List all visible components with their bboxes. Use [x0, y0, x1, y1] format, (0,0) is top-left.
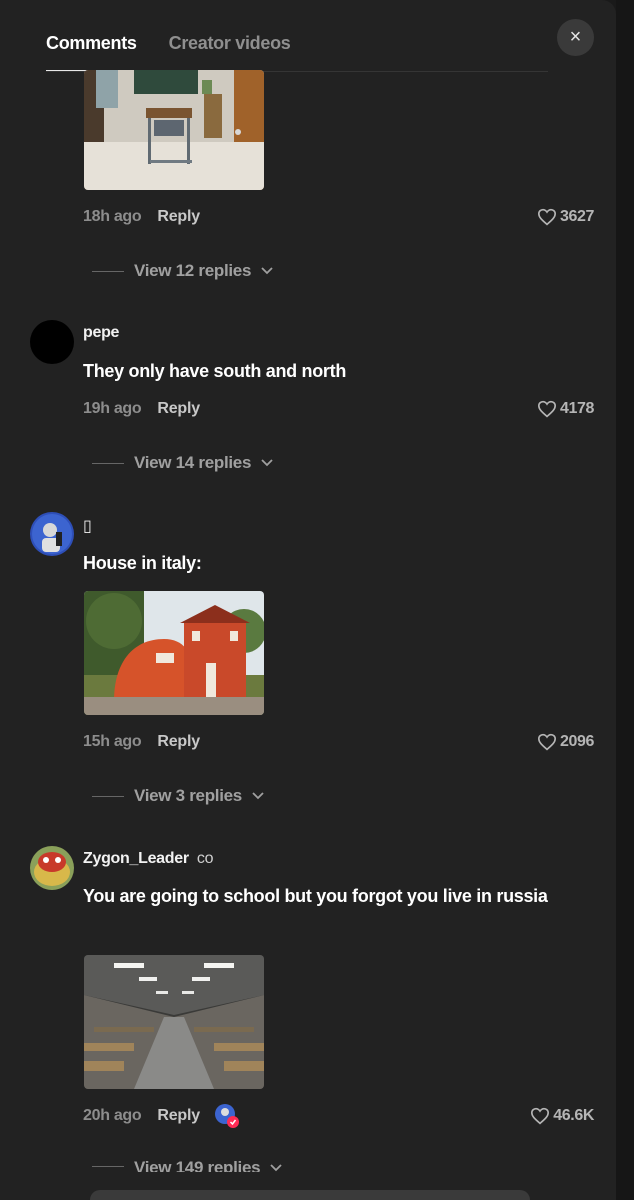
timestamp: 19h ago	[83, 400, 142, 417]
close-button[interactable]: ×	[557, 19, 594, 56]
comment-1-image-classroom[interactable]	[84, 70, 264, 190]
view-replies-button[interactable]: View 149 replies	[92, 1158, 282, 1172]
comment-3-image-house[interactable]	[84, 591, 264, 715]
comment-4-image-hall[interactable]	[84, 955, 264, 1089]
reply-button[interactable]: Reply	[157, 1107, 200, 1125]
view-replies-button[interactable]: View 14 replies	[92, 452, 273, 474]
reply-button[interactable]: Reply	[157, 208, 200, 226]
username-row: Zygon_Leader co	[83, 850, 214, 868]
heart-icon	[537, 733, 557, 751]
comment-text: You are going to school but you forgot y…	[83, 886, 548, 906]
username[interactable]: Zygon_Leader	[83, 850, 189, 867]
classroom-desk-photo	[84, 70, 264, 190]
view-replies-label: View 3 replies	[134, 786, 242, 805]
like-button[interactable]: 3627	[537, 206, 594, 228]
huge-exam-hall-photo	[84, 955, 264, 1089]
heart-icon	[537, 400, 557, 418]
comments-panel: Comments Creator videos × 18h ago Reply	[0, 0, 616, 1200]
avatar[interactable]	[30, 846, 74, 890]
timestamp: 20h ago	[83, 1107, 142, 1124]
view-replies-button[interactable]: View 12 replies	[92, 260, 273, 282]
comment-2-meta: 19h ago Reply	[83, 398, 200, 420]
like-count: 46.6K	[553, 1107, 594, 1124]
username-suffix: co	[196, 850, 214, 867]
close-icon: ×	[569, 26, 582, 48]
comment-text: House in italy:	[83, 553, 202, 573]
like-count: 4178	[560, 400, 594, 417]
comment-input-bar[interactable]	[90, 1190, 530, 1200]
timestamp: 15h ago	[83, 733, 142, 750]
creator-avatar-icon	[214, 1104, 239, 1128]
timestamp: 18h ago	[83, 208, 142, 225]
background-edge	[616, 0, 634, 1200]
divider-line	[92, 270, 124, 272]
comment-text: They only have south and north	[83, 361, 347, 381]
heart-icon	[531, 1107, 550, 1125]
like-count: 2096	[560, 733, 594, 750]
chevron-down-icon	[252, 792, 264, 800]
tab-creator-videos[interactable]: Creator videos	[169, 30, 291, 70]
comment-3-meta: 15h ago Reply	[83, 731, 200, 753]
chevron-down-icon	[261, 267, 273, 275]
avatar-image	[30, 512, 74, 556]
username[interactable]: ▯	[83, 516, 92, 536]
divider-line	[92, 462, 124, 464]
creator-liked-avatar	[214, 1103, 240, 1129]
avatar[interactable]	[30, 320, 74, 364]
divider-line	[92, 1166, 124, 1167]
username[interactable]: pepe	[83, 324, 119, 342]
comment-1-meta: 18h ago Reply	[83, 206, 200, 228]
like-button[interactable]: 46.6K	[530, 1105, 594, 1127]
tab-comments[interactable]: Comments	[46, 30, 137, 72]
avatar[interactable]	[30, 512, 74, 556]
like-count: 3627	[560, 208, 594, 225]
avatar-image	[30, 846, 74, 890]
view-replies-label: View 12 replies	[134, 261, 252, 280]
view-replies-button[interactable]: View 3 replies	[92, 785, 264, 807]
tab-bar: Comments Creator videos	[46, 30, 291, 72]
view-replies-label: View 149 replies	[134, 1158, 261, 1172]
like-button[interactable]: 4178	[537, 398, 594, 420]
view-replies-label: View 14 replies	[134, 453, 252, 472]
reply-button[interactable]: Reply	[157, 400, 200, 418]
chevron-down-icon	[270, 1164, 282, 1172]
like-button[interactable]: 2096	[537, 731, 594, 753]
chevron-down-icon	[261, 459, 273, 467]
divider-line	[92, 795, 124, 797]
orange-shoe-house-photo	[84, 591, 264, 715]
comment-4-meta: 20h ago Reply	[83, 1103, 240, 1129]
reply-button[interactable]: Reply	[157, 733, 200, 751]
heart-icon	[537, 208, 557, 226]
